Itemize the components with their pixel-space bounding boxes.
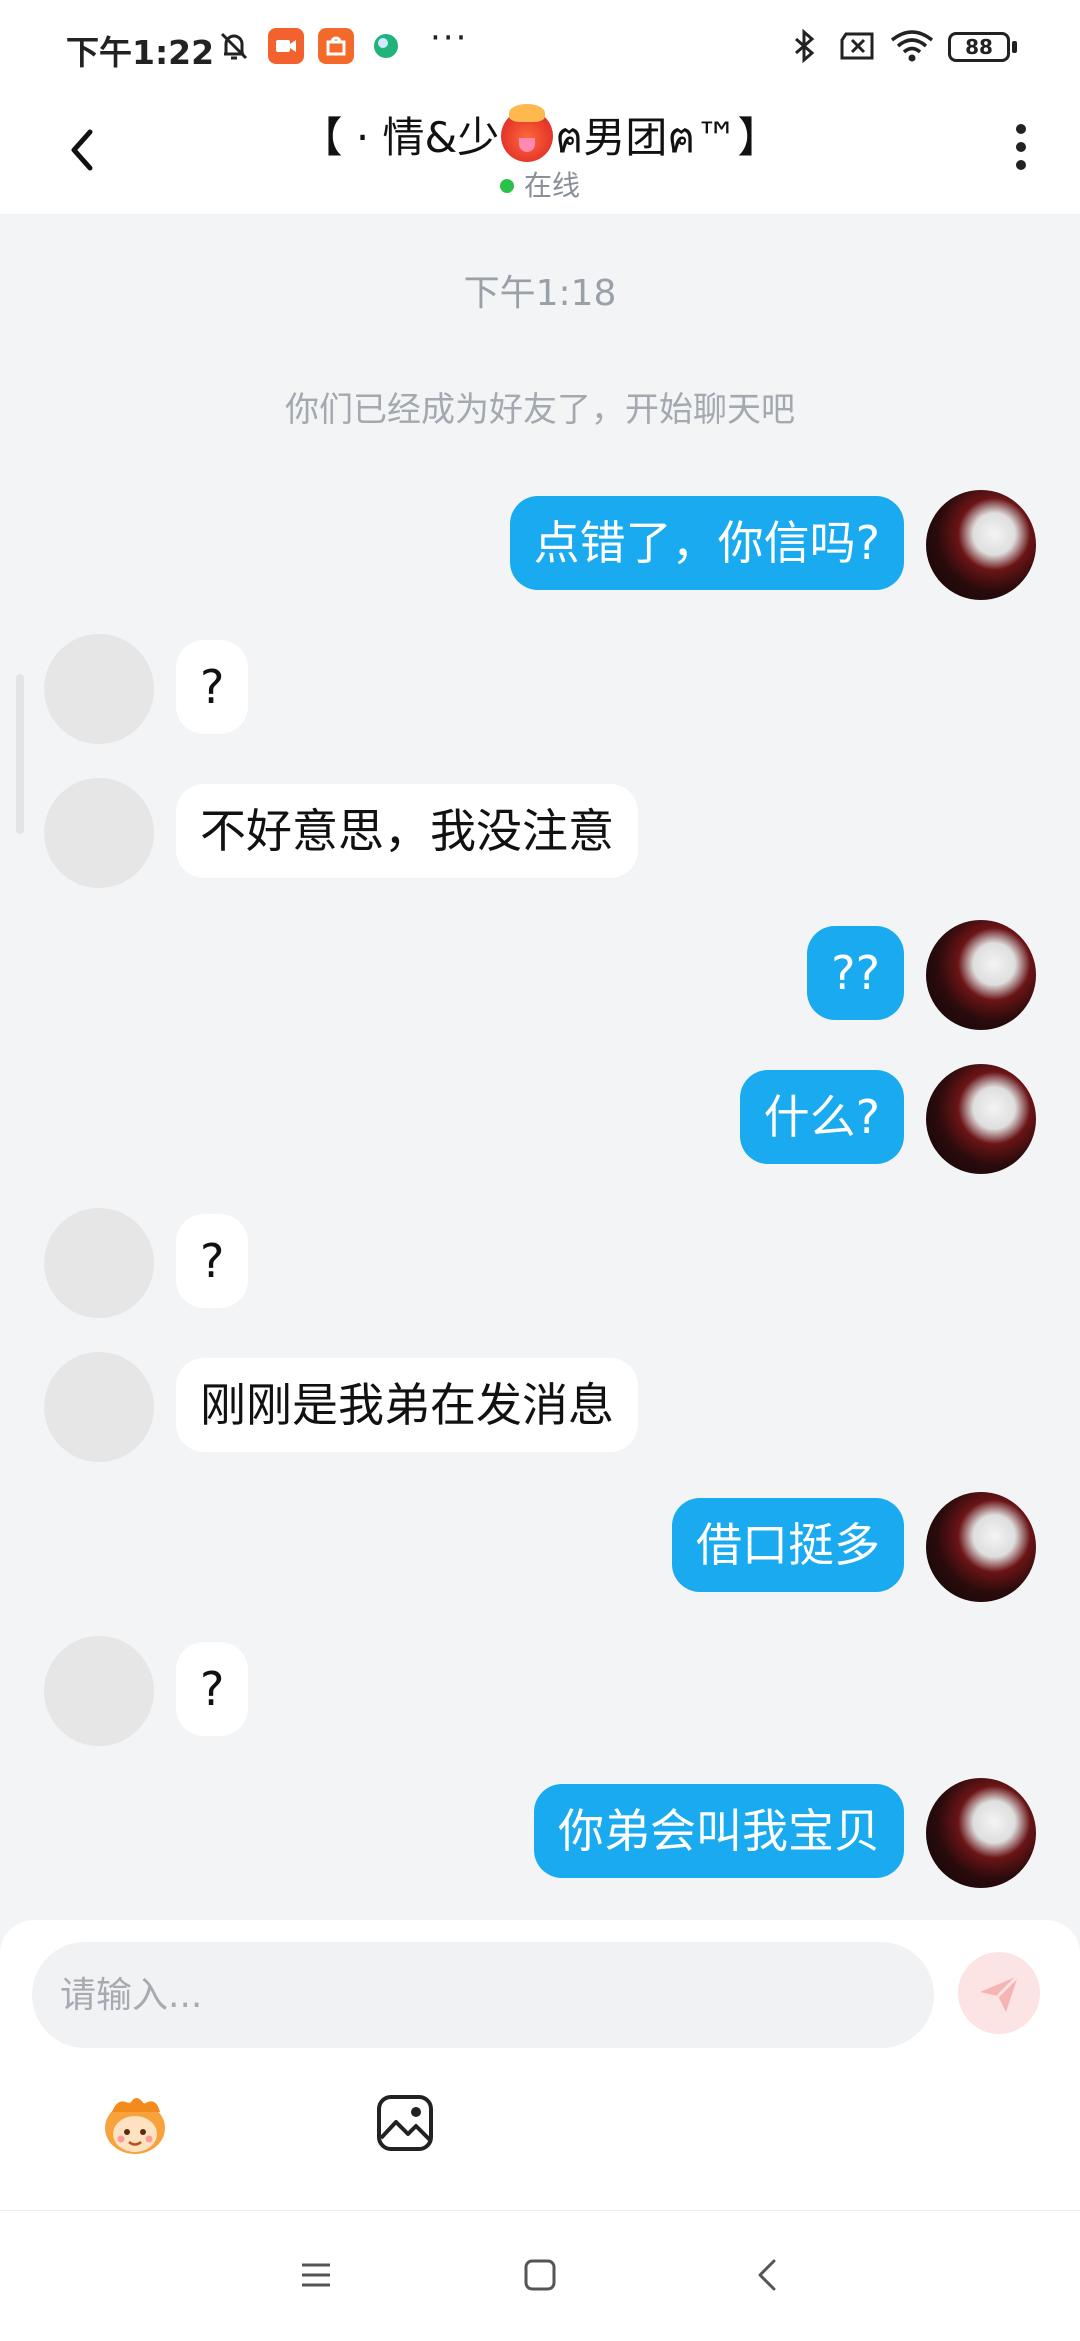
wifi-icon <box>890 30 934 62</box>
menu-icon[interactable] <box>296 2255 336 2295</box>
system-message: 你们已经成为好友了，开始聊天吧 <box>285 390 795 430</box>
system-navigation-bar <box>0 2210 1080 2341</box>
title-text-start: 【 · 情&少 <box>300 113 500 162</box>
more-dot <box>1016 124 1026 134</box>
contact-avatar[interactable] <box>44 778 154 888</box>
message-row-sent: 点错了，你信吗? <box>0 490 1080 600</box>
message-row-received: 不好意思，我没注意 <box>0 778 1080 888</box>
title-text-end: ฅ男团ฅ™】 <box>555 113 780 162</box>
message-row-received: ? <box>0 634 1080 744</box>
message-bubble-sent[interactable]: 借口挺多 <box>672 1498 904 1592</box>
globe-app-icon <box>368 28 404 64</box>
shop-app-icon <box>318 28 354 64</box>
chat-header: 【 · 情&少 ฅ男团ฅ™】 在线 <box>0 96 1080 214</box>
hot-face-emoji-icon <box>501 104 554 162</box>
system-back-icon[interactable] <box>748 2255 788 2295</box>
no-sim-icon <box>840 32 874 60</box>
online-status: 在线 <box>0 164 1080 204</box>
status-time: 下午1:22 <box>66 33 215 72</box>
message-row-received: ? <box>0 1208 1080 1318</box>
message-row-received: 刚刚是我弟在发消息 <box>0 1352 1080 1462</box>
composer <box>0 1920 1080 2210</box>
message-bubble-sent[interactable]: ?? <box>807 926 904 1020</box>
my-avatar[interactable] <box>926 1778 1036 1888</box>
message-bubble-received[interactable]: 不好意思，我没注意 <box>176 784 638 878</box>
home-icon[interactable] <box>520 2255 560 2295</box>
message-bubble-sent[interactable]: 什么? <box>739 1070 904 1164</box>
message-row-sent: 你弟会叫我宝贝 <box>0 1778 1080 1888</box>
send-icon <box>980 1974 1020 2012</box>
send-button[interactable] <box>958 1952 1040 2034</box>
message-bubble-sent[interactable]: 点错了，你信吗? <box>509 496 904 590</box>
contact-avatar[interactable] <box>44 1352 154 1462</box>
bluetooth-icon <box>795 28 815 64</box>
my-avatar[interactable] <box>926 1492 1036 1602</box>
online-dot-icon <box>499 179 514 193</box>
message-row-sent: 什么? <box>0 1064 1080 1174</box>
my-avatar[interactable] <box>926 490 1036 600</box>
online-status-label: 在线 <box>523 169 580 202</box>
more-notifications: ··· <box>430 18 469 58</box>
message-row-sent: 借口挺多 <box>0 1492 1080 1602</box>
message-row-received: ? <box>0 1636 1080 1746</box>
my-avatar[interactable] <box>926 920 1036 1030</box>
my-avatar[interactable] <box>926 1064 1036 1174</box>
chat-area[interactable]: 下午1:18 你们已经成为好友了，开始聊天吧 点错了，你信吗? ? 不好意思，我… <box>0 214 1080 1920</box>
sticker-mascot-icon[interactable] <box>96 2090 174 2160</box>
message-input[interactable] <box>32 1942 934 2048</box>
time-separator: 下午1:18 <box>463 273 617 314</box>
more-options-button[interactable] <box>1006 124 1036 184</box>
message-bubble-received[interactable]: 刚刚是我弟在发消息 <box>176 1358 638 1452</box>
contact-avatar[interactable] <box>44 1208 154 1318</box>
more-dot <box>1016 160 1026 170</box>
contact-avatar[interactable] <box>44 1636 154 1746</box>
message-row-sent: ?? <box>0 920 1080 1030</box>
message-bubble-received[interactable]: ? <box>176 640 249 734</box>
contact-avatar[interactable] <box>44 634 154 744</box>
video-app-icon <box>268 28 304 64</box>
battery-icon: 88 <box>948 32 1010 62</box>
more-dot <box>1016 142 1026 152</box>
message-bubble-received[interactable]: ? <box>176 1642 249 1736</box>
status-bar: 下午1:22 ··· 88 <box>0 0 1080 96</box>
image-picker-icon[interactable] <box>374 2092 436 2154</box>
battery-tip <box>1012 41 1017 53</box>
chat-title: 【 · 情&少 ฅ男团ฅ™】 <box>0 104 1080 171</box>
mute-bell-icon <box>220 32 248 60</box>
message-bubble-received[interactable]: ? <box>176 1214 249 1308</box>
message-bubble-sent[interactable]: 你弟会叫我宝贝 <box>534 1784 904 1878</box>
